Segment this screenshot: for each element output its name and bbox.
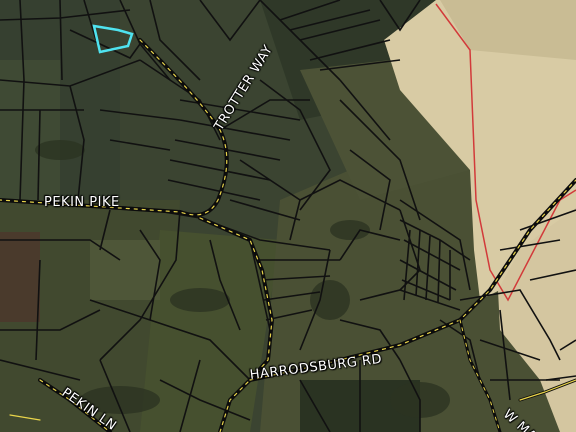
road-label-pekin-pike: PEKIN PIKE [44,195,120,210]
map-canvas[interactable]: TROTTER WAY PEKIN PIKE HARRODSBURG RD PE… [0,0,576,432]
